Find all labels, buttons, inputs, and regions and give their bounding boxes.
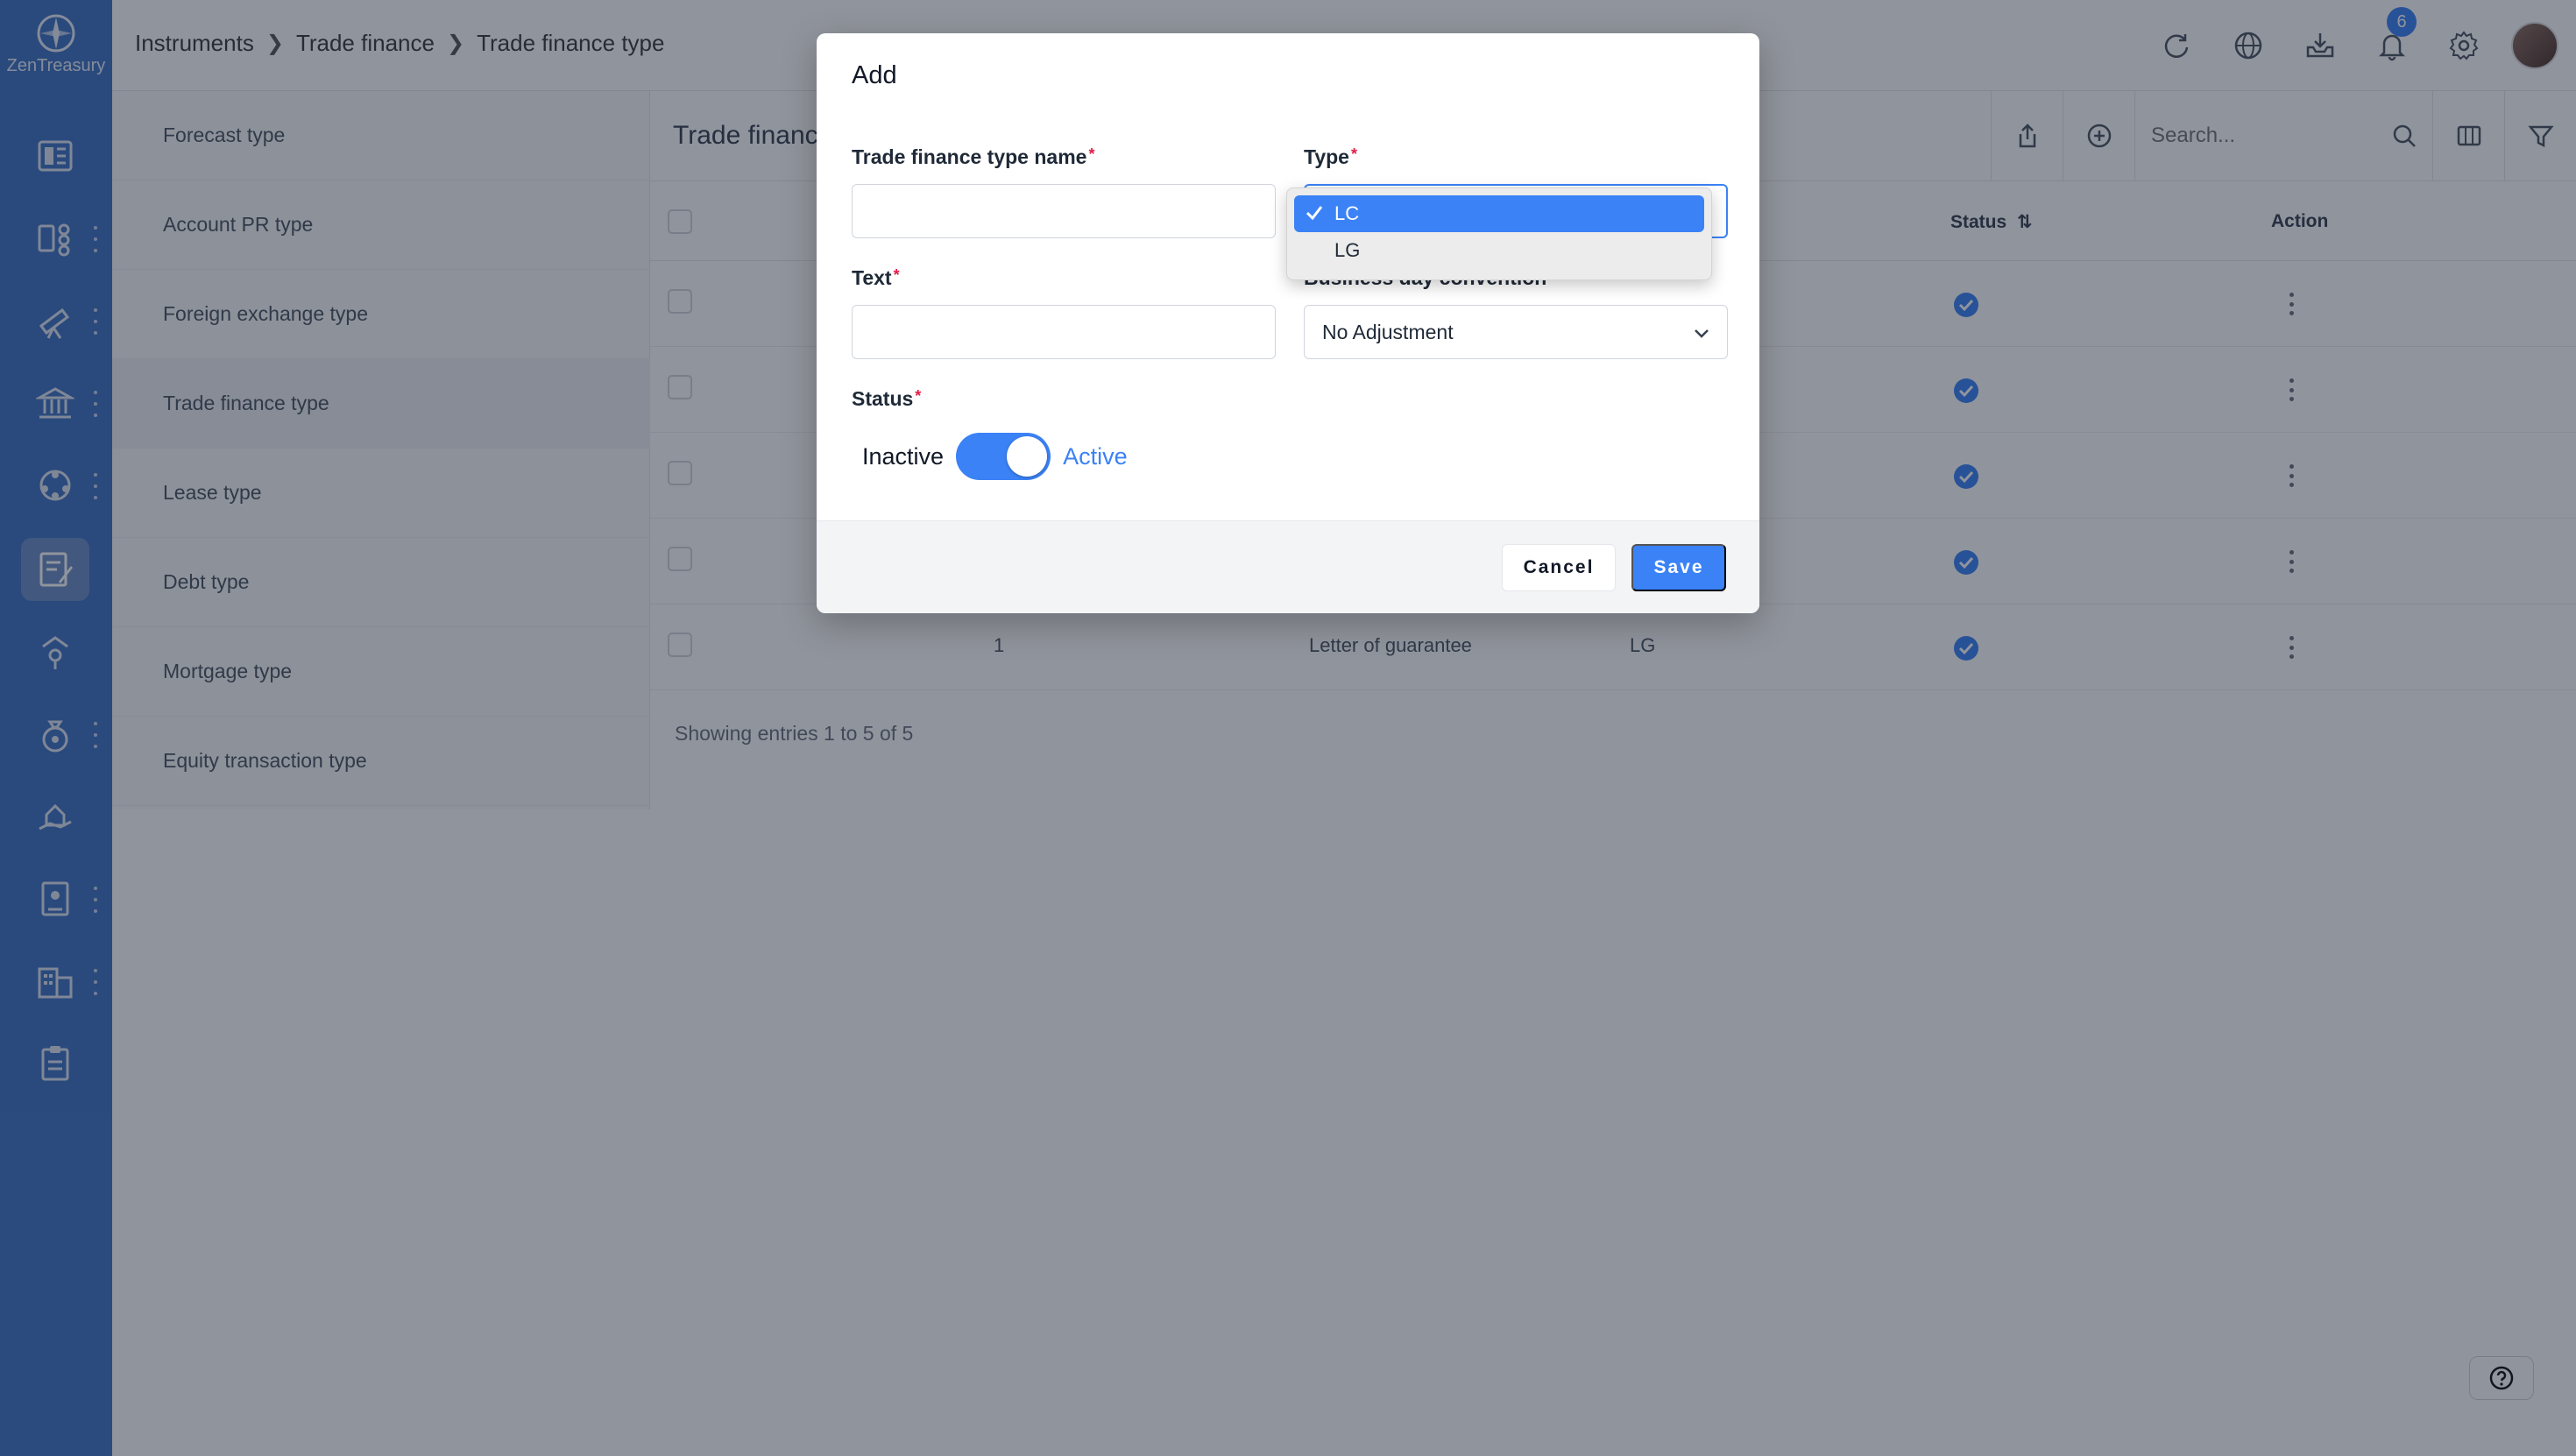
type-dropdown-menu: LC LG	[1286, 187, 1712, 280]
toggle-active-label: Active	[1063, 442, 1128, 470]
business-day-convention-value: No Adjustment	[1322, 320, 1454, 343]
chevron-down-icon	[1695, 329, 1709, 338]
name-field-label-text: Trade finance type name	[852, 145, 1087, 168]
status-toggle[interactable]	[956, 433, 1051, 480]
type-field-label-text: Type	[1304, 145, 1349, 168]
type-option-lg[interactable]: LG	[1294, 232, 1704, 269]
text-input[interactable]	[852, 305, 1276, 359]
text-field-label: Text *	[852, 266, 900, 290]
status-toggle-row: Inactive Active	[862, 433, 1128, 480]
required-mark: *	[1350, 145, 1357, 163]
toggle-inactive-label: Inactive	[862, 442, 945, 470]
dialog-title: Add	[852, 61, 897, 89]
type-field-label: Type *	[1304, 145, 1357, 169]
checkmark-icon	[1306, 206, 1323, 221]
text-field-label-text: Text	[852, 266, 892, 289]
type-option-lc-label: LC	[1334, 202, 1360, 224]
type-option-lc[interactable]: LC	[1294, 195, 1704, 232]
status-field-label: Status *	[852, 387, 921, 411]
required-mark: *	[1088, 145, 1095, 163]
toggle-knob	[1007, 436, 1048, 477]
cancel-button[interactable]: Cancel	[1502, 544, 1616, 591]
add-dialog: Add Trade finance type name * Type * Text *…	[817, 33, 1759, 613]
type-option-lg-label: LG	[1334, 239, 1361, 261]
status-field-label-text: Status	[852, 387, 914, 410]
required-mark: *	[893, 266, 900, 284]
save-button[interactable]: Save	[1631, 544, 1726, 591]
required-mark: *	[915, 387, 922, 405]
trade-finance-type-name-input[interactable]	[852, 184, 1276, 238]
business-day-convention-select[interactable]: No Adjustment	[1304, 305, 1728, 359]
name-field-label: Trade finance type name *	[852, 145, 1094, 169]
dialog-footer: Cancel Save	[817, 520, 1759, 613]
